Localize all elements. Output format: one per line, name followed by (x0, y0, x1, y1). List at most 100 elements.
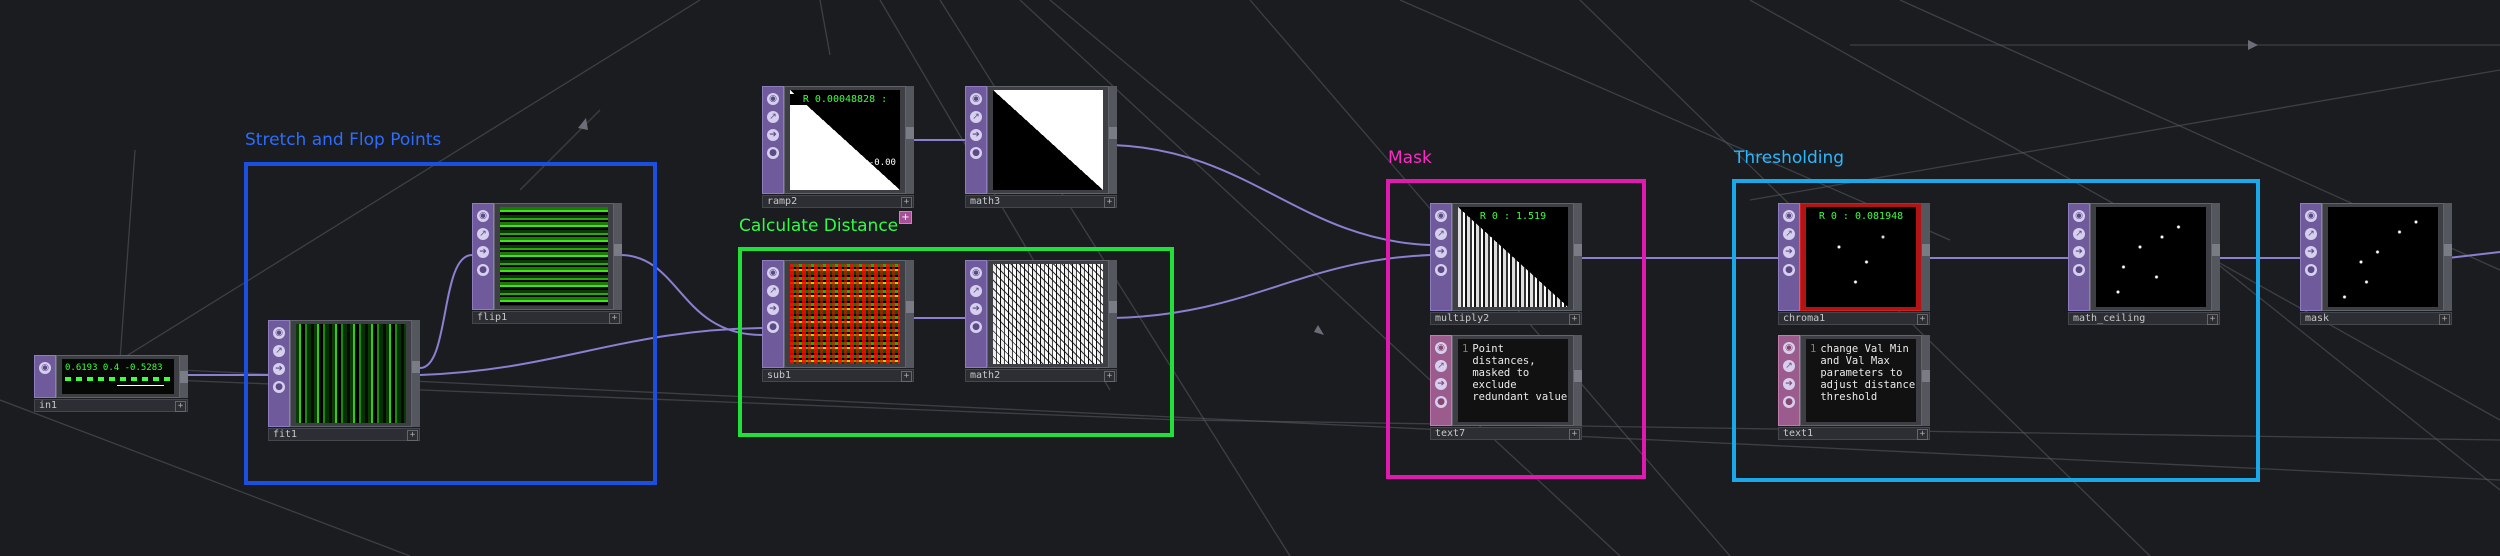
bypass-icon[interactable]: ↗ (767, 111, 779, 123)
node-body (2090, 203, 2212, 311)
viewer-icon[interactable]: ◉ (39, 362, 51, 374)
lock-icon[interactable]: ● (767, 321, 779, 333)
node-output-connector[interactable] (412, 320, 420, 427)
bypass-icon[interactable]: ↗ (2305, 228, 2317, 240)
viewer-icon[interactable]: ◉ (1435, 210, 1447, 222)
cook-icon[interactable]: ➔ (2073, 246, 2085, 258)
bypass-icon[interactable]: ↗ (1435, 228, 1447, 240)
node-math3[interactable]: ◉ ↗ ➔ ● math3 + (965, 86, 1117, 208)
cook-icon[interactable]: ➔ (1783, 246, 1795, 258)
viewer-icon[interactable]: ◉ (2073, 210, 2085, 222)
cook-icon[interactable]: ➔ (1435, 378, 1447, 390)
plus-icon[interactable]: + (1917, 429, 1928, 440)
node-sidebar: ◉ ↗ ➔ ● (762, 260, 784, 368)
lock-icon[interactable]: ● (1435, 396, 1447, 408)
plus-icon[interactable]: + (2439, 314, 2450, 325)
node-math2[interactable]: ◉ ↗ ➔ ● math2 + (965, 260, 1117, 382)
lock-icon[interactable]: ● (2073, 264, 2085, 276)
group-mask-title: Mask (1388, 148, 1432, 168)
plus-icon[interactable]: + (1104, 371, 1115, 382)
node-output-connector[interactable] (180, 355, 188, 398)
plus-icon[interactable]: + (609, 313, 620, 324)
cook-icon[interactable]: ➔ (767, 129, 779, 141)
lock-icon[interactable]: ● (970, 147, 982, 159)
node-mask[interactable]: ◉ ↗ ➔ ● mask + (2300, 203, 2452, 325)
cook-icon[interactable]: ➔ (273, 363, 285, 375)
viewer-icon[interactable]: ◉ (767, 93, 779, 105)
node-sub1[interactable]: ◉ ↗ ➔ ● sub1 + (762, 260, 914, 382)
viewer-icon[interactable]: ◉ (1783, 342, 1795, 354)
node-output-connector[interactable] (614, 203, 622, 310)
cook-icon[interactable]: ➔ (477, 246, 489, 258)
plus-icon[interactable]: + (407, 430, 418, 441)
bypass-icon[interactable]: ↗ (1435, 360, 1447, 372)
lock-icon[interactable]: ● (1435, 264, 1447, 276)
plus-icon[interactable]: + (901, 197, 912, 208)
viewer-icon[interactable]: ◉ (970, 267, 982, 279)
node-fit1[interactable]: ◉ ↗ ➔ ● fit1 + (268, 320, 420, 441)
plus-icon[interactable]: + (1569, 429, 1580, 440)
node-flip1[interactable]: ◉ ↗ ➔ ● flip1 + (472, 203, 622, 324)
node-chroma1[interactable]: ◉ ↗ ➔ ● R 0 : 0.081948 chroma1 + (1778, 203, 1930, 325)
node-output-connector[interactable] (906, 86, 914, 194)
lock-icon[interactable]: ● (1783, 264, 1795, 276)
node-in1[interactable]: ◉ 0.6193 0.4 -0.5283 in1 + (34, 355, 188, 412)
plus-icon[interactable]: + (175, 401, 186, 412)
cook-icon[interactable]: ➔ (1783, 378, 1795, 390)
node-ramp2[interactable]: ◉ ↗ ➔ ● R 0.00048828 : U: -0.004 V: -0.0… (762, 86, 914, 208)
node-multiply2[interactable]: ◉ ↗ ➔ ● R 0 : 1.519 multiply2 + (1430, 203, 1582, 325)
plus-icon[interactable]: + (1917, 314, 1928, 325)
cook-icon[interactable]: ➔ (970, 303, 982, 315)
cook-icon[interactable]: ➔ (1435, 246, 1447, 258)
plus-icon[interactable]: + (2207, 314, 2218, 325)
viewer-icon[interactable]: ◉ (767, 267, 779, 279)
viewer-icon[interactable]: ◉ (1435, 342, 1447, 354)
node-viewer (993, 264, 1103, 364)
node-body (784, 260, 906, 368)
node-output-connector[interactable] (1109, 260, 1117, 368)
viewer-icon[interactable]: ◉ (477, 210, 489, 222)
node-body: R 0 : 0.081948 (1800, 203, 1922, 311)
node-math-ceiling[interactable]: ◉ ↗ ➔ ● math_ceiling + (2068, 203, 2220, 325)
node-output-connector[interactable] (1109, 86, 1117, 194)
lock-icon[interactable]: ● (477, 264, 489, 276)
bypass-icon[interactable]: ↗ (1783, 360, 1795, 372)
viewer-icon[interactable]: ◉ (970, 93, 982, 105)
bypass-icon[interactable]: ↗ (1783, 228, 1795, 240)
bypass-icon[interactable]: ↗ (477, 228, 489, 240)
plus-icon[interactable]: + (1104, 197, 1115, 208)
add-dat-plus-icon[interactable]: + (899, 211, 912, 224)
node-output-connector[interactable] (1574, 203, 1582, 311)
plus-icon[interactable]: + (901, 371, 912, 382)
node-output-connector[interactable] (1922, 203, 1930, 311)
cook-icon[interactable]: ➔ (970, 129, 982, 141)
node-body: 0.6193 0.4 -0.5283 (56, 355, 180, 398)
plus-icon[interactable]: + (1569, 314, 1580, 325)
lock-icon[interactable]: ● (767, 147, 779, 159)
cook-icon[interactable]: ➔ (767, 303, 779, 315)
lock-icon[interactable]: ● (970, 321, 982, 333)
node-text7[interactable]: ◉ ↗ ➔ ● 1 Point distances, masked to excl… (1430, 335, 1582, 440)
node-body: 1 Point distances, masked to exclude redu… (1452, 335, 1574, 426)
bypass-icon[interactable]: ↗ (970, 285, 982, 297)
lock-icon[interactable]: ● (273, 381, 285, 393)
cook-icon[interactable]: ➔ (2305, 246, 2317, 258)
viewer-icon[interactable]: ◉ (273, 327, 285, 339)
bypass-icon[interactable]: ↗ (767, 285, 779, 297)
node-output-connector[interactable] (1922, 335, 1930, 426)
node-output-connector[interactable] (906, 260, 914, 368)
node-output-connector[interactable] (2444, 203, 2452, 311)
node-output-connector[interactable] (2212, 203, 2220, 311)
text-content: 1 change Val Min and Val Max parameters t… (1810, 343, 1915, 403)
node-output-connector[interactable] (1574, 335, 1582, 426)
bypass-icon[interactable]: ↗ (273, 345, 285, 357)
bypass-icon[interactable]: ↗ (970, 111, 982, 123)
viewer-icon[interactable]: ◉ (1783, 210, 1795, 222)
lock-icon[interactable]: ● (1783, 396, 1795, 408)
viewer-icon[interactable]: ◉ (2305, 210, 2317, 222)
line-number: 1 (1810, 343, 1817, 355)
bypass-icon[interactable]: ↗ (2073, 228, 2085, 240)
node-body: R 0 : 1.519 (1452, 203, 1574, 311)
lock-icon[interactable]: ● (2305, 264, 2317, 276)
node-text1[interactable]: ◉ ↗ ➔ ● 1 change Val Min and Val Max para… (1778, 335, 1930, 440)
